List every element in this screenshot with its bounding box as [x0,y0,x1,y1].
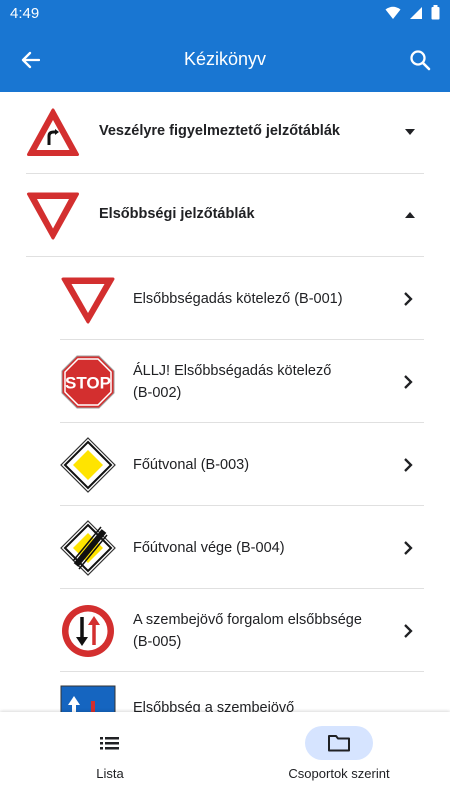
nav-tab-groups-indicator [305,726,373,760]
nav-tab-list-indicator [76,726,144,760]
priority-road-sign-icon [60,437,116,493]
list-item-b-006[interactable]: Elsőbbség a szembejövő [60,673,424,712]
priority-over-oncoming-sign-icon [60,685,116,712]
list-item-b-002[interactable]: STOP ÁLLJ! Elsőbbségadás kötelező (B-002) [60,341,424,423]
nav-tab-groups[interactable]: Csoportok szerint [225,712,450,800]
end-priority-road-sign-icon [60,520,116,576]
app-bar: Kézikönyv [0,28,450,92]
item-label: Elsőbbségadás kötelező (B-001) [133,291,343,307]
list-item-b-003[interactable]: Főútvonal (B-003) [60,424,424,506]
item-label-line1: ÁLLJ! Elsőbbségadás kötelező [133,363,332,379]
list-icon [100,737,119,750]
list-item-b-001[interactable]: Elsőbbségadás kötelező (B-001) [60,258,424,340]
item-label: ÁLLJ! Elsőbbségadás kötelező (B-002) [133,360,384,404]
yield-sign-icon [61,277,115,324]
item-label-line2: (B-002) [133,385,182,401]
list-item-b-005[interactable]: A szembejövő forgalom elsőbbsége (B-005) [60,590,424,672]
caret-down-icon [405,129,415,135]
category-label: Elsőbbségi jelzőtáblák [99,206,255,222]
category-priority-signs[interactable]: Elsőbbségi jelzőtáblák [26,175,424,257]
chevron-right-icon [404,541,413,555]
stop-sign-icon: STOP [61,355,115,409]
item-label-line1: A szembejövő forgalom elsőbbsége [133,612,362,628]
signal-icon [410,6,422,19]
item-label: A szembejövő forgalom elsőbbsége (B-005) [133,609,384,653]
yield-sign-icon [27,192,79,240]
category-label: Veszélyre figyelmeztető jelzőtáblák [99,123,340,139]
status-icons [385,5,440,20]
chevron-right-icon [404,292,413,306]
chevron-right-icon [404,624,413,638]
search-button[interactable] [404,44,436,76]
item-label: Elsőbbség a szembejövő [133,700,295,712]
oncoming-priority-sign-icon [62,605,114,657]
battery-icon [431,5,440,20]
nav-tab-list-label: Lista [96,766,124,781]
category-warning-signs[interactable]: Veszélyre figyelmeztető jelzőtáblák [26,92,424,174]
manual-list: Veszélyre figyelmeztető jelzőtáblák Első… [0,92,450,712]
item-label: Főútvonal (B-003) [133,457,250,473]
page-title: Kézikönyv [183,49,267,69]
warning-sign-icon [27,108,79,156]
status-time: 4:49 [10,5,40,22]
stop-sign-text: STOP [65,374,111,393]
nav-tab-list[interactable]: Lista [0,712,225,800]
nav-tab-groups-label: Csoportok szerint [288,766,390,781]
caret-up-icon [405,212,415,218]
bottom-navigation: Lista Csoportok szerint [0,712,450,800]
list-item-b-004[interactable]: Főútvonal vége (B-004) [60,507,424,589]
item-label-line2: (B-005) [133,634,182,650]
chevron-right-icon [404,458,413,472]
status-bar: 4:49 [0,0,450,28]
folder-icon [328,735,350,752]
search-icon [410,50,431,71]
chevron-right-icon [404,375,413,389]
item-label: Főútvonal vége (B-004) [133,540,285,556]
wifi-icon [385,6,401,19]
